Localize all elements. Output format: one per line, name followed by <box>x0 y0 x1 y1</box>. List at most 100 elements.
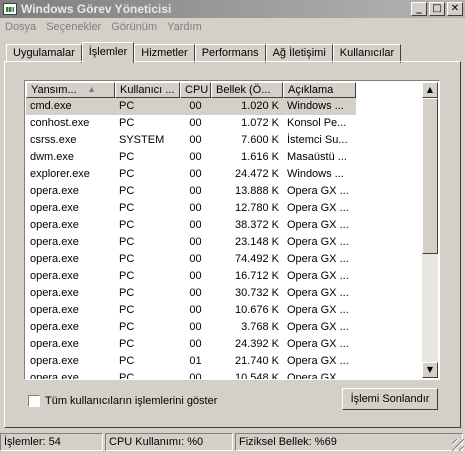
menu-view[interactable]: Görünüm <box>106 21 162 33</box>
process-user-cell: PC <box>119 253 135 265</box>
table-row[interactable]: opera.exe PC 00 16.712 K Opera GX ... <box>26 268 423 285</box>
process-memory-cell: 1.616 K <box>241 151 279 163</box>
process-user-cell: PC <box>119 270 135 282</box>
table-row[interactable]: opera.exe PC 00 24.392 K Opera GX ... <box>26 336 423 353</box>
table-row[interactable]: conhost.exe PC 00 1.072 K Konsol Pe... <box>26 115 423 132</box>
table-row[interactable]: opera.exe PC 00 30.732 K Opera GX ... <box>26 285 423 302</box>
process-name-cell: csrss.exe <box>30 134 77 146</box>
process-memory-cell: 30.732 K <box>234 287 279 299</box>
table-row[interactable]: csrss.exe SYSTEM 00 7.600 K İstemci Su... <box>26 132 423 149</box>
menu-options[interactable]: Seçenekler <box>41 21 106 33</box>
process-description-cell: Opera GX ... <box>287 355 349 367</box>
process-name-cell: opera.exe <box>30 236 79 248</box>
column-header-user-name[interactable]: Kullanıcı ... <box>115 82 180 98</box>
table-row[interactable]: opera.exe PC 00 12.780 K Opera GX ... <box>26 200 423 217</box>
process-user-cell: PC <box>115 98 180 115</box>
status-cpu-usage: CPU Kullanımı: %0 <box>105 433 233 451</box>
process-user-cell: PC <box>119 185 135 197</box>
minimize-icon: _ <box>416 3 422 14</box>
process-cpu-cell: 00 <box>189 287 202 299</box>
process-memory-cell: 74.492 K <box>234 253 279 265</box>
menu-bar: Dosya Seçenekler Görünüm Yardım <box>0 18 207 36</box>
table-row[interactable]: opera.exe PC 00 3.768 K Opera GX ... <box>26 319 423 336</box>
process-description-cell: Opera GX ... <box>287 270 349 282</box>
process-cpu-cell: 00 <box>189 185 202 197</box>
process-user-cell: PC <box>119 287 135 299</box>
process-cpu-cell: 00 <box>189 253 202 265</box>
process-description-cell: Opera GX ... <box>287 287 349 299</box>
table-row[interactable]: dwm.exe PC 00 1.616 K Masaüstü ... <box>26 149 423 166</box>
title-bar[interactable]: Windows Görev Yöneticisi _ □ ✕ <box>0 0 465 18</box>
status-physical-memory: Fiziksel Bellek: %69 <box>235 433 463 451</box>
close-icon: ✕ <box>450 3 460 14</box>
table-row[interactable]: cmd.exe PC 00 1.020 K Windows ... <box>26 98 423 115</box>
process-user-cell: PC <box>119 219 135 231</box>
process-user-cell: PC <box>119 304 135 316</box>
process-description-cell: Masaüstü ... <box>287 151 347 163</box>
process-name-cell: dwm.exe <box>30 151 75 163</box>
task-manager-icon <box>3 3 17 15</box>
process-name-cell: opera.exe <box>30 338 79 350</box>
process-cpu-cell: 00 <box>189 338 202 350</box>
process-description-cell: İstemci Su... <box>287 134 348 146</box>
process-user-cell: PC <box>119 321 135 333</box>
task-manager-window: Windows Görev Yöneticisi _ □ ✕ Dosya Seç… <box>0 0 465 454</box>
maximize-icon: □ <box>432 3 442 14</box>
process-cpu-cell: 00 <box>189 270 202 282</box>
process-user-cell: PC <box>119 151 135 163</box>
table-row[interactable]: opera.exe PC 00 13.888 K Opera GX ... <box>26 183 423 200</box>
process-user-cell: PC <box>119 202 135 214</box>
process-name-cell: opera.exe <box>30 355 79 367</box>
column-header-memory[interactable]: Bellek (Ö... <box>211 82 283 98</box>
table-row[interactable]: opera.exe PC 00 23.148 K Opera GX ... <box>26 234 423 251</box>
table-row[interactable]: opera.exe PC 00 10.676 K Opera GX ... <box>26 302 423 319</box>
process-user-cell: PC <box>119 168 135 180</box>
table-row[interactable]: opera.exe PC 01 21.740 K Opera GX ... <box>26 353 423 370</box>
arrow-up-icon: ▲ <box>426 85 434 94</box>
sort-ascending-icon: ▲ <box>87 84 96 94</box>
table-row[interactable]: opera.exe PC 00 10.548 K Opera GX ... <box>26 370 423 380</box>
close-button[interactable]: ✕ <box>447 2 463 16</box>
process-description-cell: Opera GX ... <box>287 219 349 231</box>
process-memory-cell: 24.392 K <box>234 338 279 350</box>
process-list[interactable]: Yansım... ▲ Kullanıcı ... CPU Bellek (Ö.… <box>24 80 440 380</box>
process-cpu-cell: 00 <box>189 372 202 380</box>
process-memory-cell: 10.548 K <box>234 372 279 380</box>
column-headers: Yansım... ▲ Kullanıcı ... CPU Bellek (Ö.… <box>26 82 356 98</box>
process-cpu-cell: 00 <box>189 151 202 163</box>
show-all-users-label: Tüm kullanıcıların işlemlerini göster <box>45 395 218 407</box>
table-row[interactable]: opera.exe PC 00 74.492 K Opera GX ... <box>26 251 423 268</box>
show-all-users-option[interactable]: Tüm kullanıcıların işlemlerini göster <box>28 395 217 407</box>
scroll-up-button[interactable]: ▲ <box>422 82 438 98</box>
menu-help[interactable]: Yardım <box>162 21 207 33</box>
process-cpu-cell: 00 <box>189 134 202 146</box>
process-name-cell: opera.exe <box>30 287 79 299</box>
table-row[interactable]: explorer.exe PC 00 24.472 K Windows ... <box>26 166 423 183</box>
arrow-down-icon: ▼ <box>426 365 434 374</box>
column-header-cpu[interactable]: CPU <box>180 82 211 98</box>
tab-processes[interactable]: İşlemler <box>81 42 135 63</box>
maximize-button[interactable]: □ <box>429 2 445 16</box>
scroll-down-button[interactable]: ▼ <box>422 362 438 378</box>
process-memory-cell: 21.740 K <box>234 355 279 367</box>
process-memory-cell: 23.148 K <box>234 236 279 248</box>
process-cpu-cell: 00 <box>189 321 202 333</box>
status-process-count: İşlemler: 54 <box>0 433 103 451</box>
column-header-image-name[interactable]: Yansım... ▲ <box>26 82 115 98</box>
resize-grip[interactable] <box>452 439 464 451</box>
column-header-description[interactable]: Açıklama <box>283 82 356 98</box>
table-row[interactable]: opera.exe PC 00 38.372 K Opera GX ... <box>26 217 423 234</box>
scroll-thumb[interactable] <box>422 98 438 254</box>
show-all-users-checkbox[interactable] <box>28 395 40 407</box>
menu-file[interactable]: Dosya <box>0 21 41 33</box>
minimize-button[interactable]: _ <box>411 2 427 16</box>
process-description-cell: Opera GX ... <box>287 236 349 248</box>
end-process-button[interactable]: İşlemi Sonlandır <box>342 388 438 410</box>
process-cpu-cell: 00 <box>189 117 202 129</box>
column-header-label: Yansım... <box>31 84 77 96</box>
vertical-scrollbar[interactable]: ▲ ▼ <box>422 82 438 378</box>
process-cpu-cell: 00 <box>189 168 202 180</box>
process-cpu-cell: 00 <box>189 202 202 214</box>
tab-strip: Uygulamalar İşlemler Hizmetler Performan… <box>6 42 402 63</box>
process-name-cell: opera.exe <box>30 270 79 282</box>
